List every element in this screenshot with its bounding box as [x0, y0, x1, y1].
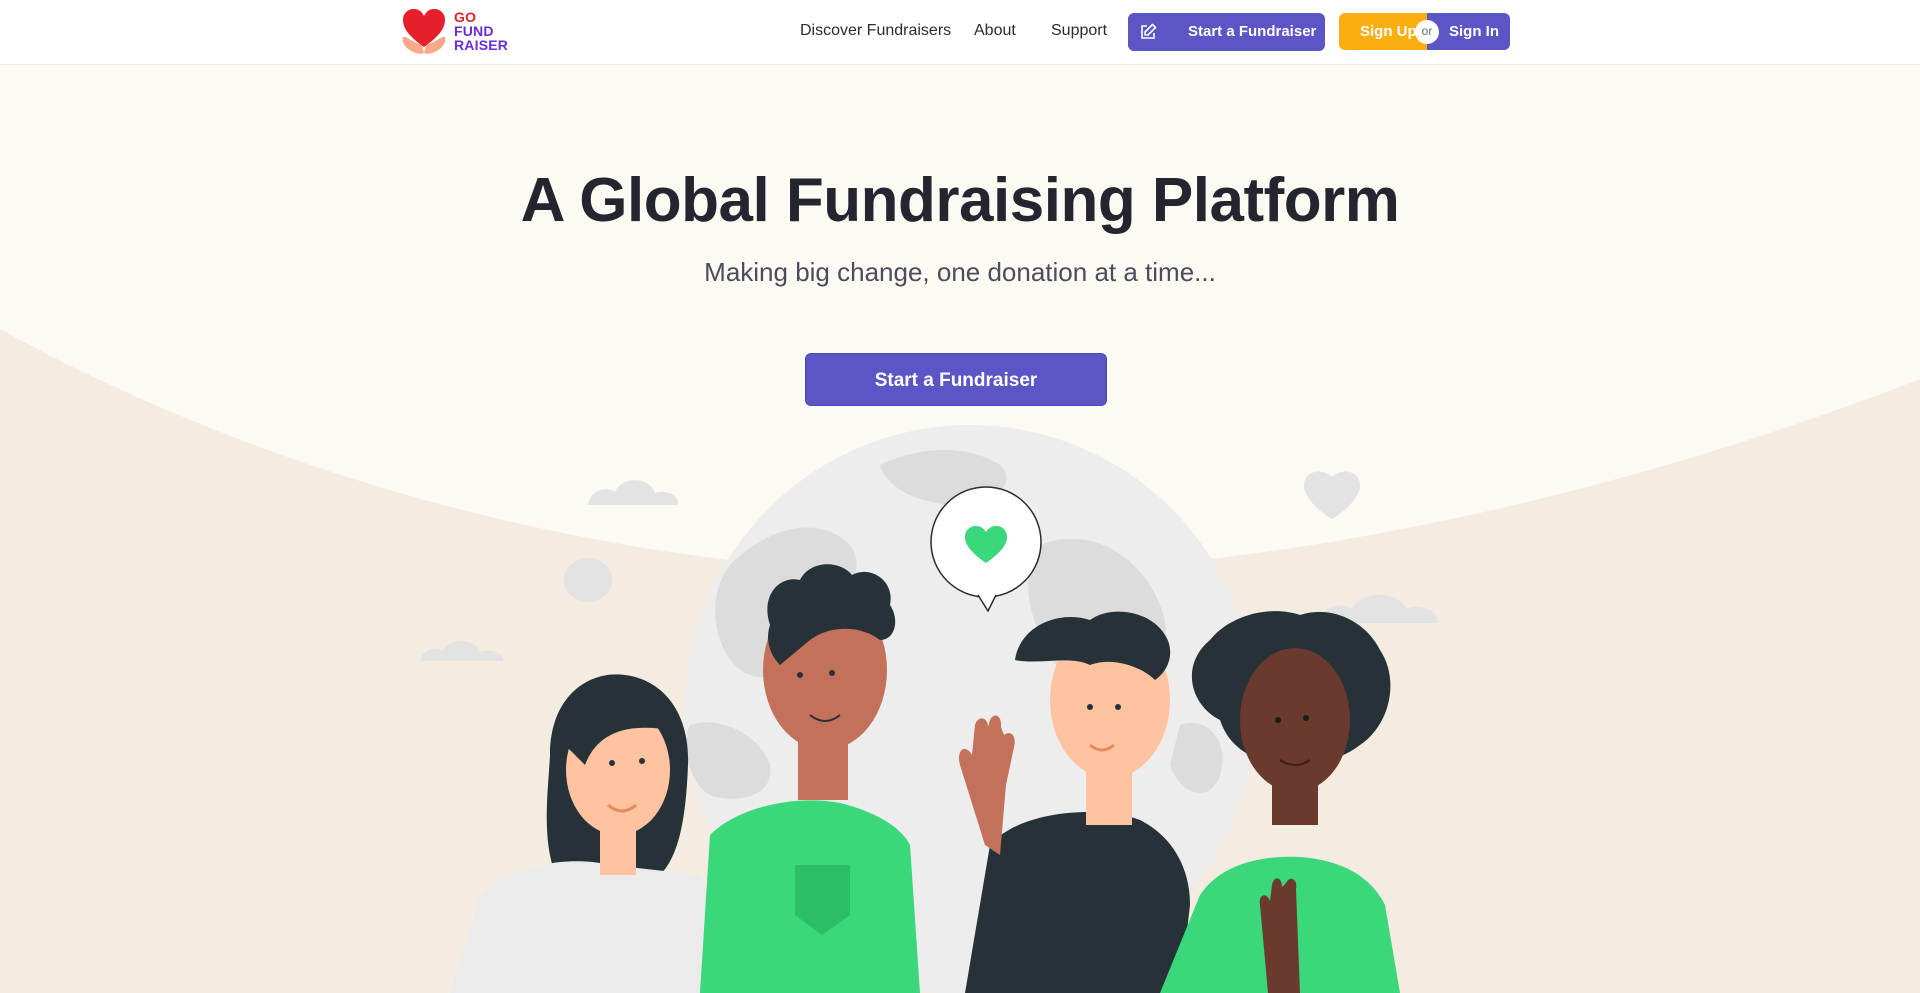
hero-start-fundraiser-button[interactable]: Start a Fundraiser — [805, 353, 1107, 406]
start-fundraiser-button[interactable]: Start a Fundraiser — [1128, 13, 1325, 51]
hero-subtitle: Making big change, one donation at a tim… — [704, 257, 1216, 287]
or-badge: or — [1415, 20, 1439, 44]
start-fundraiser-label: Start a Fundraiser — [1188, 23, 1317, 40]
logo[interactable]: GO FUND RAISER — [400, 7, 510, 57]
sign-up-label: Sign Up — [1360, 23, 1417, 40]
edit-icon — [1141, 23, 1157, 39]
logo-text-go: GO — [454, 9, 477, 25]
top-navbar: GO FUND RAISER Discover Fundraisers Abou… — [0, 0, 1920, 65]
heart-hands-icon — [402, 9, 446, 54]
nav-about[interactable]: About — [974, 22, 1016, 40]
auth-buttons: Sign Up or Sign In — [1339, 13, 1510, 50]
logo-text-fund: FUND — [454, 23, 494, 39]
community-illustration — [420, 425, 1439, 993]
logo-text: GO FUND RAISER — [454, 10, 508, 52]
nav-support[interactable]: Support — [1051, 22, 1107, 40]
hero-title: A Global Fundraising Platform — [520, 166, 1400, 235]
sign-in-button[interactable]: Sign In — [1427, 13, 1510, 50]
sign-in-label: Sign In — [1449, 23, 1499, 40]
logo-text-raiser: RAISER — [454, 37, 509, 53]
sign-up-button[interactable]: Sign Up — [1339, 13, 1427, 50]
nav-discover-fundraisers[interactable]: Discover Fundraisers — [800, 22, 951, 40]
